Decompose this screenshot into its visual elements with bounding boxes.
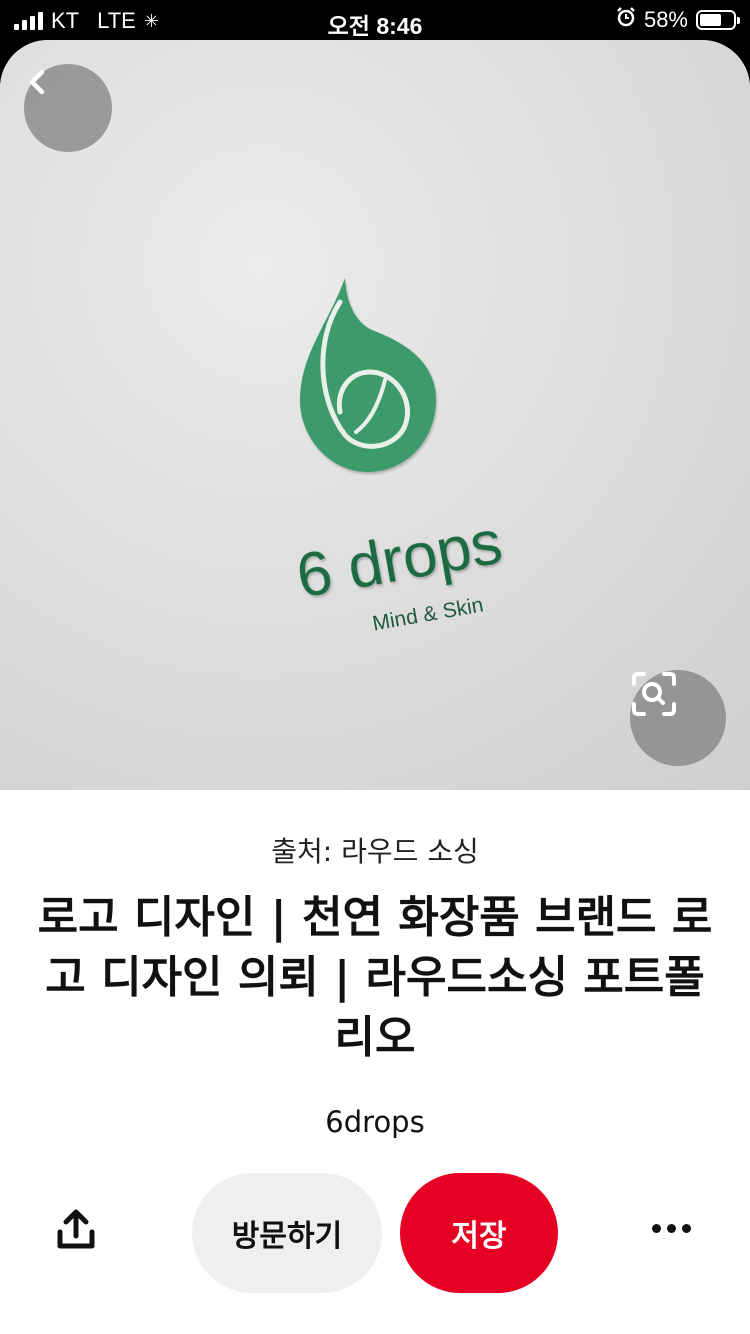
visual-search-button[interactable] [630, 670, 726, 766]
battery-icon [696, 10, 740, 30]
more-horizontal-icon [652, 1223, 661, 1233]
status-bar: KT LTE ✳ 오전 8:46 58% [0, 0, 750, 40]
pin-card: 6 drops Mind & Skin 출처: 라우드 소싱 로고 디자인 | … [0, 40, 750, 1334]
battery-percent: 58% [643, 7, 688, 32]
status-right: 58% [616, 7, 740, 33]
pin-source[interactable]: 출처: 라우드 소싱 [0, 830, 750, 870]
logo-tagline: Mind & Skin [371, 593, 485, 635]
save-button[interactable]: 저장 [400, 1173, 558, 1293]
share-button[interactable] [54, 1208, 98, 1252]
back-button[interactable] [24, 64, 112, 152]
drop-logo-shape [300, 278, 436, 472]
share-icon [57, 1209, 95, 1249]
chevron-left-icon [29, 69, 45, 95]
pin-creator[interactable]: 6drops [0, 1105, 750, 1139]
more-options-button[interactable] [652, 1216, 696, 1240]
visual-search-icon [632, 672, 676, 716]
alarm-icon [616, 7, 636, 33]
pin-title: 로고 디자인 | 천연 화장품 브랜드 로고 디자인 의뢰 | 라우드소싱 포트… [37, 892, 713, 1063]
pin-image[interactable]: 6 drops Mind & Skin [0, 40, 750, 790]
visit-button[interactable]: 방문하기 [192, 1173, 382, 1293]
